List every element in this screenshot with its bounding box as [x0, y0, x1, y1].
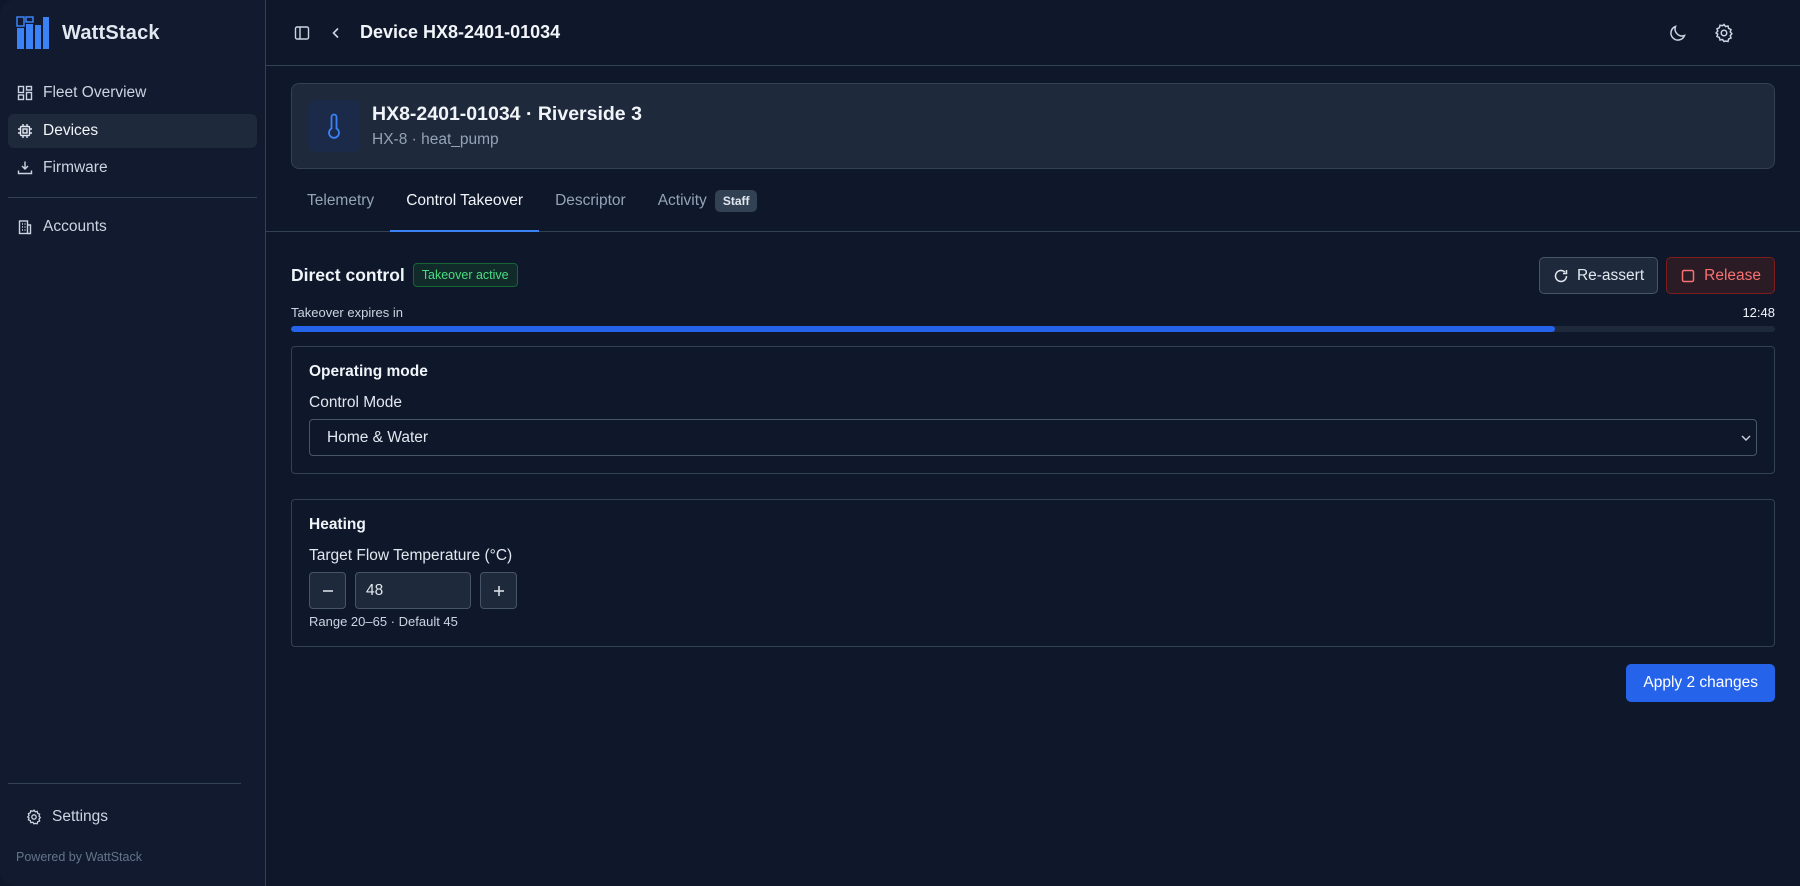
sidebar-item-label: Firmware [43, 159, 108, 176]
dashboard-icon [17, 85, 33, 101]
target-flow-temp-hint: Range 20–65 · Default 45 [309, 614, 458, 629]
sidebar-footer: Settings Powered by WattStack [8, 783, 241, 886]
reassert-button[interactable]: Re-assert [1538, 257, 1659, 294]
sidebar-divider [8, 197, 257, 198]
staff-badge: Staff [714, 189, 758, 212]
device-tabs: Telemetry Control Takeover Descriptor Ac… [266, 169, 1800, 232]
moon-icon[interactable] [1664, 19, 1692, 47]
sidebar-item-accounts[interactable]: Accounts [8, 210, 257, 244]
heating-section: Heating Target Flow Temperature (°C) 48 … [291, 499, 1775, 647]
operating-mode-heading: Operating mode [309, 363, 428, 380]
stop-square-icon [1680, 268, 1696, 284]
sidebar-item-firmware[interactable]: Firmware [8, 151, 257, 185]
sidebar-item-label: Fleet Overview [43, 84, 147, 101]
target-flow-temp-input[interactable]: 48 [355, 572, 471, 609]
brand[interactable]: WattStack [0, 0, 265, 66]
status-badge: Takeover active [412, 263, 518, 287]
thermometer-icon [308, 100, 360, 152]
expiry-progress-fill [291, 326, 1556, 332]
top-bar-actions [1664, 19, 1738, 47]
tab-label: Control Takeover [406, 191, 524, 209]
expiry-label: Takeover expires in [291, 305, 403, 320]
control-mode-value: Home & Water [327, 428, 429, 446]
sidebar: WattStack Fleet Overview Devices Firmwar… [0, 0, 266, 886]
sidebar-toggle-icon[interactable] [288, 19, 316, 47]
tab-telemetry[interactable]: Telemetry [291, 169, 390, 232]
decrement-button[interactable] [309, 572, 346, 609]
tab-control-takeover[interactable]: Control Takeover [390, 169, 539, 232]
tab-label: Activity [657, 191, 707, 209]
wattstack-logo-icon [16, 16, 50, 50]
apply-row: Apply 2 changes [291, 664, 1775, 702]
apply-changes-button[interactable]: Apply 2 changes [1626, 664, 1775, 702]
plus-icon [493, 585, 504, 596]
minus-icon [322, 589, 333, 592]
tab-label: Telemetry [307, 191, 375, 209]
target-flow-temp-stepper: 48 [309, 572, 1757, 609]
top-bar: Device HX8-2401-01034 [266, 0, 1800, 66]
operating-mode-section: Operating mode Control Mode Home & Water [291, 346, 1775, 474]
main-content: Device HX8-2401-01034 HX8-2401-01034 · R… [266, 0, 1800, 886]
gear-icon[interactable] [1710, 19, 1738, 47]
download-icon [17, 160, 33, 176]
direct-control-header: Direct control Takeover active Re-assert [291, 257, 1775, 294]
tab-activity[interactable]: Activity Staff [642, 169, 774, 232]
takeover-expiry: Takeover expires in 12:48 [291, 305, 1775, 320]
control-mode-label: Control Mode [309, 394, 403, 411]
sidebar-item-label: Devices [43, 121, 99, 139]
sidebar-footer-divider [8, 783, 241, 784]
powered-by: Powered by WattStack [16, 850, 142, 864]
page-title: Device HX8-2401-01034 [360, 22, 561, 42]
sidebar-item-devices[interactable]: Devices [8, 113, 257, 148]
chevron-down-icon [1738, 430, 1754, 446]
direct-control-title: Direct control [291, 264, 405, 285]
sidebar-item-settings[interactable]: Settings [8, 806, 241, 828]
app-window: WattStack Fleet Overview Devices Firmwar… [0, 0, 1800, 886]
device-title: HX8-2401-01034 · Riverside 3 [372, 103, 642, 125]
expiry-value: 12:48 [1742, 305, 1775, 320]
target-flow-temp-label: Target Flow Temperature (°C) [309, 547, 513, 564]
heating-heading: Heating [309, 516, 366, 533]
tab-label: Descriptor [555, 191, 626, 209]
sidebar-item-label: Accounts [43, 218, 107, 235]
brand-name: WattStack [62, 21, 160, 44]
device-subtitle: HX-8 · heat_pump [372, 131, 499, 148]
back-chevron-icon[interactable] [322, 19, 350, 47]
settings-label: Settings [52, 808, 109, 825]
gear-icon [26, 809, 42, 825]
chip-icon [17, 123, 33, 139]
release-label: Release [1704, 266, 1761, 284]
page-content: HX8-2401-01034 · Riverside 3 HX-8 · heat… [266, 66, 1800, 702]
sidebar-nav: Fleet Overview Devices Firmware Accounts [0, 66, 265, 244]
reassert-label: Re-assert [1576, 266, 1645, 284]
expiry-progress-bar [291, 326, 1775, 332]
device-summary-card: HX8-2401-01034 · Riverside 3 HX-8 · heat… [291, 83, 1775, 169]
device-info: HX8-2401-01034 · Riverside 3 HX-8 · heat… [372, 103, 642, 149]
control-mode-select[interactable]: Home & Water [309, 419, 1757, 456]
increment-button[interactable] [480, 572, 517, 609]
release-button[interactable]: Release [1666, 257, 1775, 294]
sidebar-item-fleet-overview[interactable]: Fleet Overview [8, 76, 257, 110]
tab-descriptor[interactable]: Descriptor [539, 169, 642, 232]
building-icon [17, 219, 33, 235]
control-actions: Re-assert Release [1538, 257, 1775, 294]
refresh-icon [1553, 268, 1569, 284]
